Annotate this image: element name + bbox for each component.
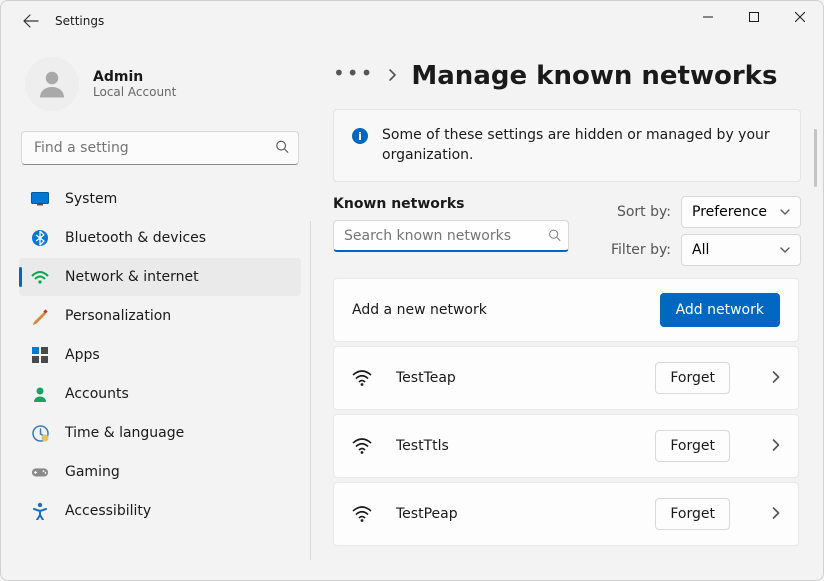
expand-chevron-icon[interactable] xyxy=(772,369,780,388)
sort-value: Preference xyxy=(692,204,767,220)
nav-icon xyxy=(31,268,49,286)
sidebar-item-gaming[interactable]: Gaming xyxy=(19,453,301,491)
sidebar-item-label: Bluetooth & devices xyxy=(65,230,206,246)
sidebar-item-apps[interactable]: Apps xyxy=(19,336,301,374)
close-button[interactable] xyxy=(777,1,823,33)
network-row[interactable]: TestTeap Forget xyxy=(333,346,799,410)
search-icon xyxy=(275,139,289,158)
banner-text: Some of these settings are hidden or man… xyxy=(382,126,782,165)
user-name: Admin xyxy=(93,69,176,85)
avatar xyxy=(25,57,79,111)
window-title: Settings xyxy=(55,14,104,28)
sidebar-item-label: System xyxy=(65,191,117,207)
person-icon xyxy=(34,66,70,102)
chevron-right-icon xyxy=(388,67,397,86)
info-icon: i xyxy=(352,128,368,144)
sort-combo[interactable]: Preference xyxy=(681,196,801,228)
forget-button[interactable]: Forget xyxy=(655,498,730,530)
sidebar-item-label: Apps xyxy=(65,347,100,363)
nav-icon xyxy=(31,385,49,403)
add-network-button[interactable]: Add network xyxy=(660,293,780,327)
network-list: Add a new network Add network TestTeap Fo… xyxy=(333,278,801,546)
wifi-icon xyxy=(352,504,372,524)
forget-button[interactable]: Forget xyxy=(655,362,730,394)
sidebar-item-label: Accessibility xyxy=(65,503,151,519)
maximize-button[interactable] xyxy=(731,1,777,33)
maximize-icon xyxy=(749,12,759,22)
breadcrumb: ••• Manage known networks xyxy=(333,61,801,91)
forget-button[interactable]: Forget xyxy=(655,430,730,462)
scrollbar-thumb[interactable] xyxy=(814,129,817,187)
network-row[interactable]: TestPeap Forget xyxy=(333,482,799,546)
nav-icon xyxy=(31,346,49,364)
chevron-down-icon xyxy=(780,247,790,253)
known-networks-label: Known networks xyxy=(333,196,569,212)
user-subtitle: Local Account xyxy=(93,85,176,99)
sidebar-item-network-internet[interactable]: Network & internet xyxy=(19,258,301,296)
sidebar-divider xyxy=(310,221,311,560)
org-banner: i Some of these settings are hidden or m… xyxy=(333,109,801,182)
sidebar-item-label: Personalization xyxy=(65,308,171,324)
filter-label: Filter by: xyxy=(611,242,671,258)
close-icon xyxy=(795,12,805,22)
nav-icon xyxy=(31,229,49,247)
add-network-card: Add a new network Add network xyxy=(333,278,799,342)
filter-combo[interactable]: All xyxy=(681,234,801,266)
sidebar-item-system[interactable]: System xyxy=(19,180,301,218)
sidebar-item-accessibility[interactable]: Accessibility xyxy=(19,492,301,530)
network-search-input[interactable] xyxy=(333,220,569,252)
nav-icon xyxy=(31,424,49,442)
network-row[interactable]: TestTtls Forget xyxy=(333,414,799,478)
expand-chevron-icon[interactable] xyxy=(772,437,780,456)
titlebar: Settings xyxy=(1,1,823,41)
add-network-label: Add a new network xyxy=(352,302,487,318)
sidebar-item-label: Gaming xyxy=(65,464,120,480)
search-icon xyxy=(548,227,561,246)
minimize-icon xyxy=(703,12,713,22)
filter-value: All xyxy=(692,242,709,258)
minimize-button[interactable] xyxy=(685,1,731,33)
wifi-icon xyxy=(352,368,372,388)
network-name: TestPeap xyxy=(396,506,631,522)
nav-icon xyxy=(31,307,49,325)
sidebar: Admin Local Account System Bluetooth & de… xyxy=(1,41,311,580)
sidebar-item-label: Accounts xyxy=(65,386,129,402)
nav-icon xyxy=(31,502,49,520)
search-input[interactable] xyxy=(21,131,299,165)
nav-icon xyxy=(31,190,49,208)
sidebar-nav: System Bluetooth & devices Network & inter… xyxy=(17,179,307,531)
user-block[interactable]: Admin Local Account xyxy=(17,49,307,129)
back-button[interactable] xyxy=(17,7,45,35)
breadcrumb-ellipsis[interactable]: ••• xyxy=(333,63,374,89)
network-name: TestTtls xyxy=(396,438,631,454)
network-search[interactable] xyxy=(333,220,569,252)
nav-icon xyxy=(31,463,49,481)
network-name: TestTeap xyxy=(396,370,631,386)
main-content: ••• Manage known networks i Some of thes… xyxy=(311,41,823,580)
sidebar-item-accounts[interactable]: Accounts xyxy=(19,375,301,413)
sidebar-search[interactable] xyxy=(21,131,299,165)
page-title: Manage known networks xyxy=(411,61,777,91)
chevron-down-icon xyxy=(780,209,790,215)
sidebar-item-label: Time & language xyxy=(65,425,184,441)
arrow-left-icon xyxy=(23,13,39,29)
expand-chevron-icon[interactable] xyxy=(772,505,780,524)
sidebar-item-bluetooth-devices[interactable]: Bluetooth & devices xyxy=(19,219,301,257)
sidebar-item-time-language[interactable]: Time & language xyxy=(19,414,301,452)
wifi-icon xyxy=(352,436,372,456)
sort-label: Sort by: xyxy=(617,204,671,220)
sidebar-item-personalization[interactable]: Personalization xyxy=(19,297,301,335)
sidebar-item-label: Network & internet xyxy=(65,269,199,285)
